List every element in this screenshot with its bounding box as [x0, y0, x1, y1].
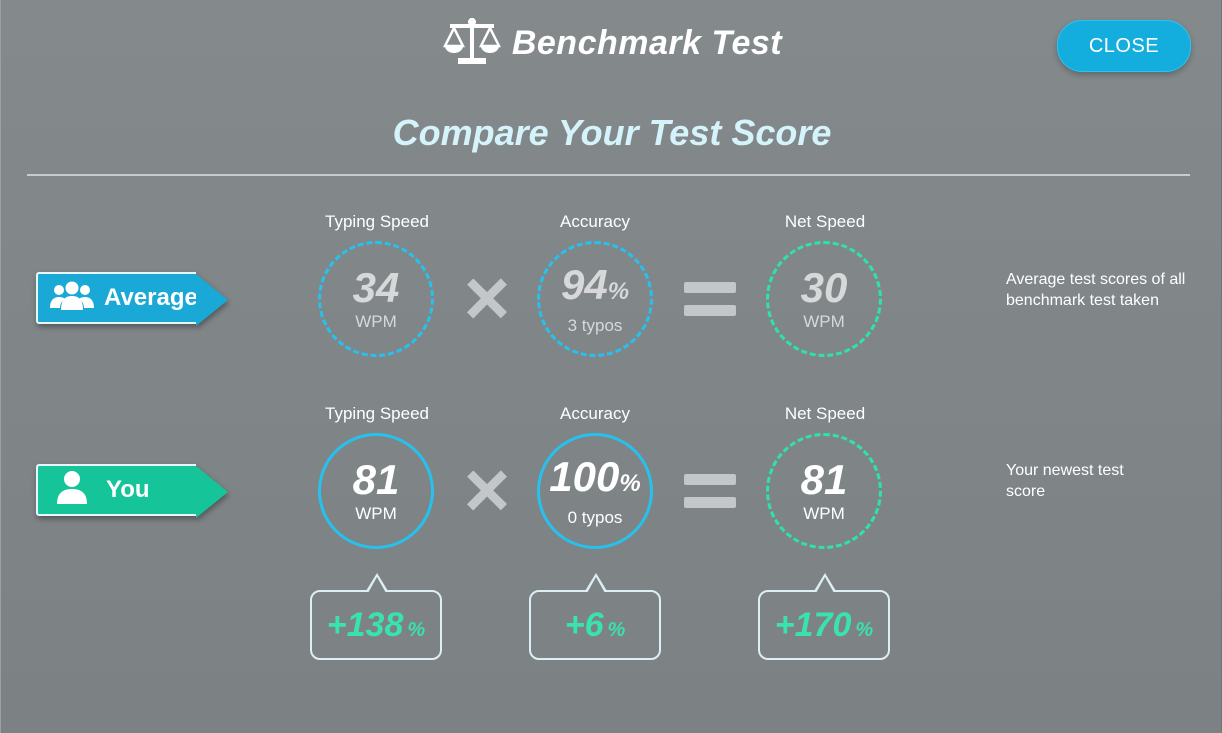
avg-accuracy-circle: 94% 3 typos — [537, 241, 653, 357]
accuracy-diff-badge: +6 % — [529, 573, 661, 660]
you-net-speed-circle: 81 WPM — [766, 433, 882, 549]
dialog-header: Benchmark Test — [1, 16, 1222, 71]
multiply-icon: × — [463, 253, 511, 342]
multiply-icon: × — [463, 445, 511, 534]
group-icon — [50, 280, 94, 317]
avg-net-speed-label: Net Speed — [784, 212, 866, 231]
you-accuracy-label: Accuracy — [560, 404, 630, 423]
typing-speed-diff-badge: +138 % — [310, 573, 442, 660]
you-typing-speed-label: Typing Speed — [325, 404, 429, 423]
you-typos: 0 typos — [567, 507, 623, 527]
you-net-speed-unit: WPM — [803, 504, 845, 523]
avg-typing-speed-value: 34 — [352, 264, 400, 311]
scale-icon — [442, 16, 502, 71]
you-accuracy-value-wrap: 100% — [549, 452, 641, 506]
average-tag: Average — [36, 272, 228, 326]
avg-net-speed-value: 30 — [800, 264, 848, 311]
equals-icon — [684, 474, 736, 508]
you-accuracy-unit: % — [619, 469, 641, 497]
benchmark-dialog: Benchmark Test CLOSE Compare Your Test S… — [0, 0, 1222, 733]
you-accuracy-circle: 100% 0 typos — [537, 433, 653, 549]
average-tag-label: Average — [104, 284, 198, 311]
avg-typing-speed-label: Typing Speed — [325, 212, 429, 231]
equals-icon — [684, 282, 736, 316]
you-net-speed-value: 81 — [800, 456, 848, 503]
you-typing-speed-value: 81 — [352, 456, 400, 503]
avg-accuracy-unit: % — [607, 277, 630, 305]
you-net-speed-label: Net Speed — [784, 404, 866, 423]
you-accuracy-value: 100 — [549, 452, 620, 500]
net-speed-diff-unit: % — [855, 618, 874, 641]
net-speed-diff-value: +170 — [774, 605, 852, 644]
average-note: Average test scores of all benchmark tes… — [1006, 271, 1186, 309]
avg-typing-speed-circle: 34 WPM — [318, 241, 434, 357]
header-divider — [27, 174, 1190, 176]
typing-speed-diff-value: +138 — [326, 605, 404, 644]
user-icon — [56, 470, 88, 511]
avg-typos: 3 typos — [567, 315, 623, 335]
accuracy-diff-value: +6 — [564, 605, 604, 644]
avg-net-speed-circle: 30 WPM — [766, 241, 882, 357]
you-tag: You — [36, 464, 228, 518]
net-speed-diff-badge: +170 % — [758, 573, 890, 660]
accuracy-diff-unit: % — [607, 618, 626, 641]
you-tag-label: You — [106, 476, 150, 503]
avg-accuracy-value-wrap: 94% — [560, 260, 630, 314]
page-subtitle: Compare Your Test Score — [392, 112, 832, 153]
you-note: Your newest test score — [1006, 462, 1124, 500]
avg-accuracy-label: Accuracy — [560, 212, 630, 231]
typing-speed-diff-unit: % — [407, 618, 426, 641]
avg-accuracy-value: 94 — [560, 260, 608, 308]
close-button[interactable]: CLOSE — [1057, 20, 1191, 72]
dialog-title: Benchmark Test — [511, 24, 783, 62]
avg-typing-speed-unit: WPM — [355, 312, 397, 331]
you-typing-speed-unit: WPM — [355, 504, 397, 523]
you-typing-speed-circle: 81 WPM — [318, 433, 434, 549]
avg-net-speed-unit: WPM — [803, 312, 845, 331]
